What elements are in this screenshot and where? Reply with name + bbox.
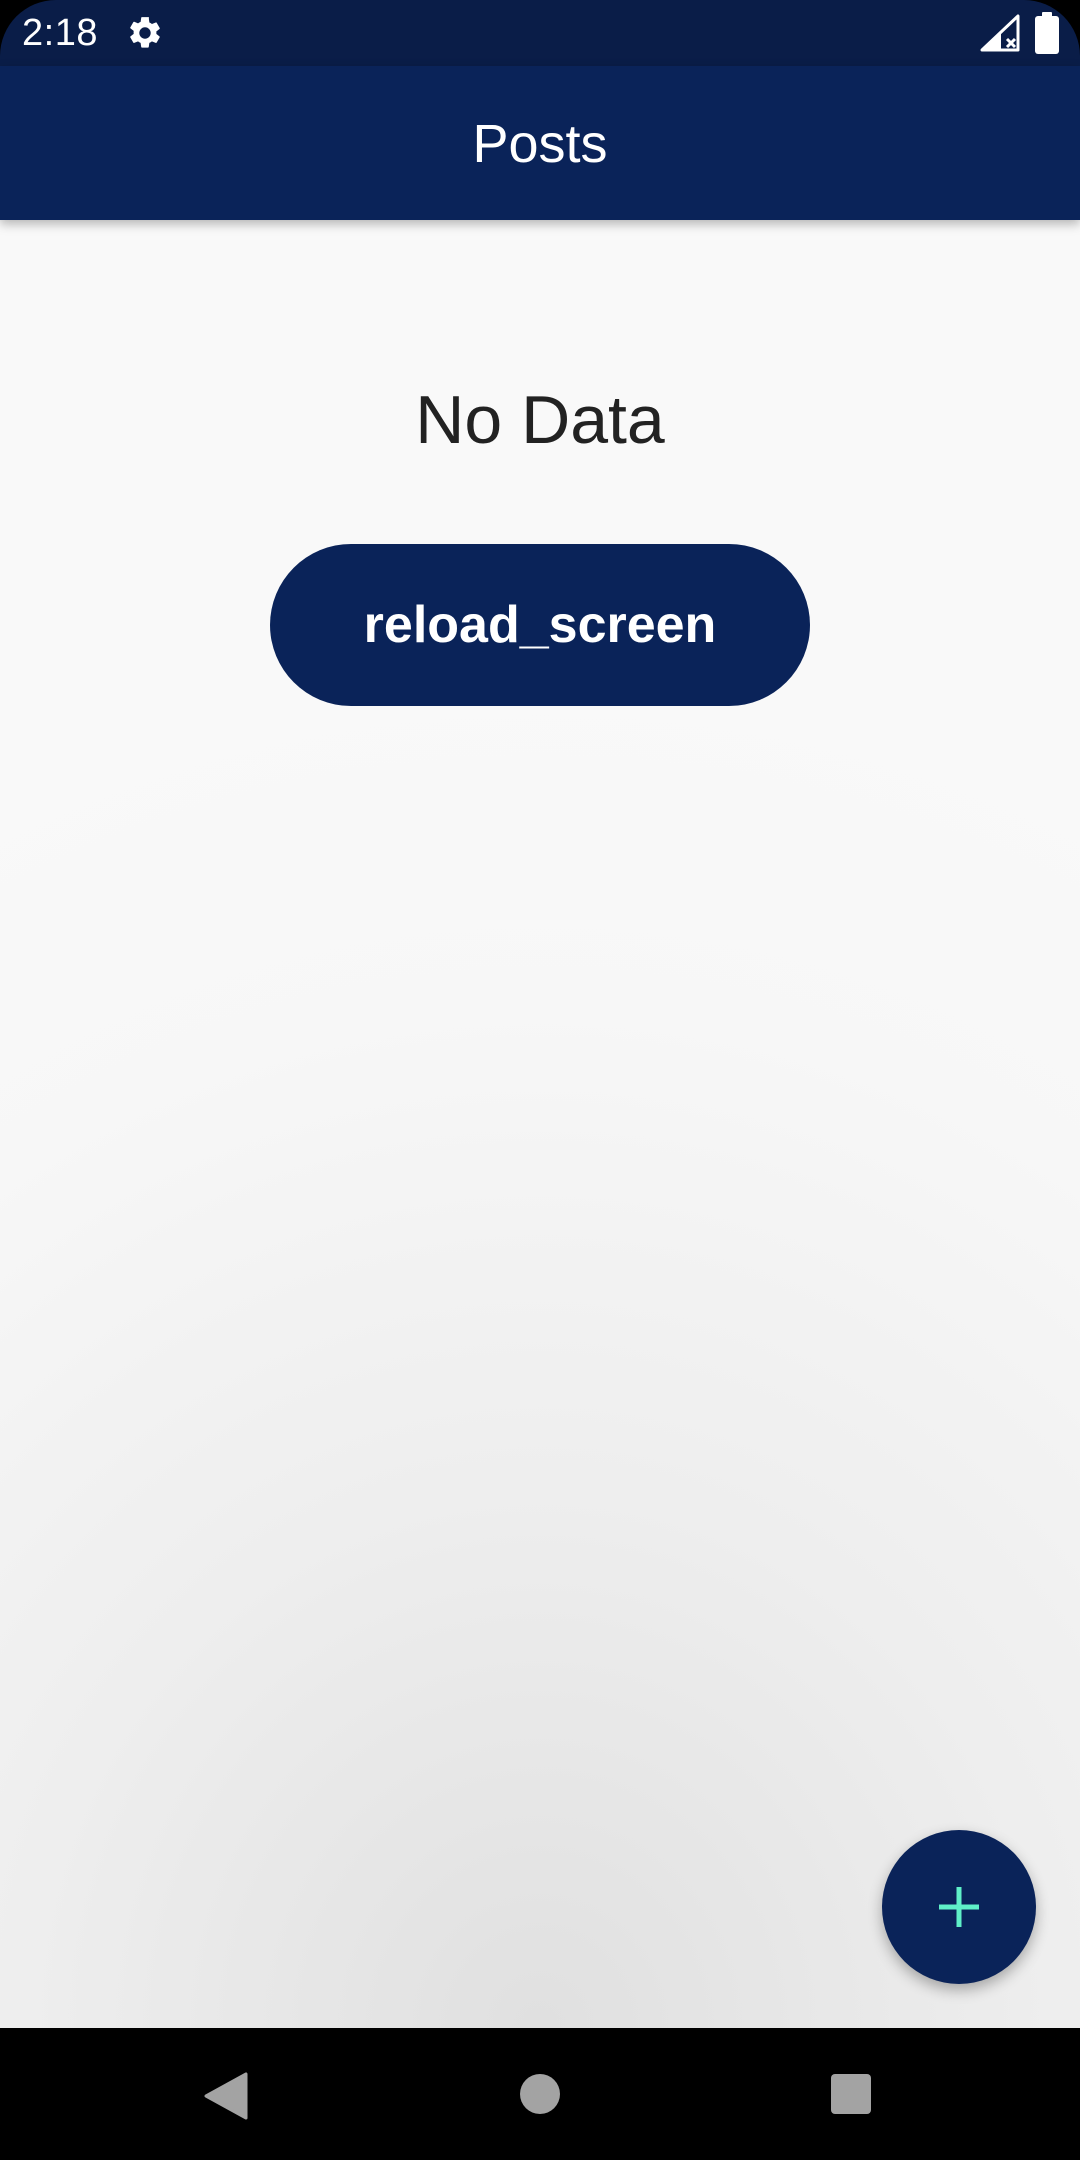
plus-icon xyxy=(939,1887,979,1927)
battery-icon xyxy=(1035,12,1059,54)
signal-no-service-icon xyxy=(980,14,1020,52)
page-title: Posts xyxy=(472,114,608,174)
status-bar: 2:18 xyxy=(0,0,1080,66)
phone-screen: 2:18 Posts No Data reload_screen xyxy=(0,0,1080,2160)
status-time: 2:18 xyxy=(22,12,98,54)
settings-icon xyxy=(130,17,160,48)
navigation-bar xyxy=(0,2028,1080,2160)
reload-button[interactable]: reload_screen xyxy=(270,544,810,706)
main-content: No Data reload_screen xyxy=(0,220,1080,2028)
empty-state-message: No Data xyxy=(415,382,665,458)
home-icon[interactable] xyxy=(520,2074,560,2114)
recents-icon[interactable] xyxy=(831,2074,871,2114)
add-post-button[interactable] xyxy=(882,1830,1036,1984)
app-bar: Posts xyxy=(0,66,1080,220)
back-icon[interactable] xyxy=(202,2072,250,2120)
